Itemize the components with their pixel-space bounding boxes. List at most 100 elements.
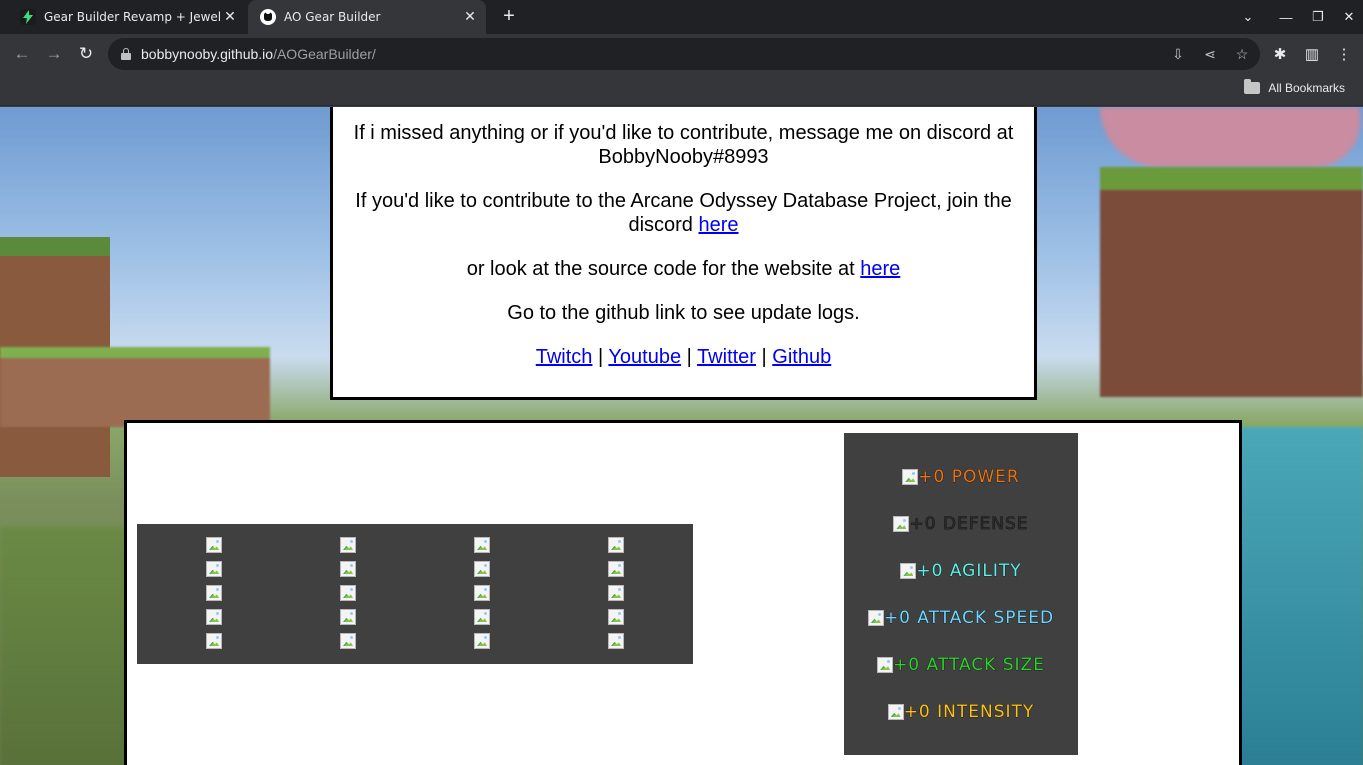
twitch-link[interactable]: Twitch — [536, 346, 593, 368]
forward-icon[interactable]: → — [42, 42, 66, 66]
tab-gear-builder-revamp[interactable]: Gear Builder Revamp + Jewels + ✕ — [8, 0, 246, 34]
extensions-puzzle-icon[interactable]: ✱ — [1268, 42, 1292, 66]
link-separator: | — [598, 346, 604, 368]
url-host: bobbynooby.github.io — [141, 46, 274, 62]
gear-slot-image[interactable] — [474, 561, 490, 577]
all-bookmarks-button[interactable]: All Bookmarks — [1244, 79, 1345, 95]
window-close-icon[interactable]: ✕ — [1333, 0, 1363, 34]
stat-label: +0 DEFENSE — [909, 514, 1029, 535]
gear-slot-image[interactable] — [474, 537, 490, 553]
gear-slot-image[interactable] — [608, 561, 624, 577]
close-tab-icon[interactable]: ✕ — [220, 7, 240, 27]
broken-image-icon — [206, 537, 222, 553]
minimize-icon[interactable]: — — [1270, 0, 1302, 34]
broken-image-icon — [608, 633, 624, 649]
github-link[interactable]: Github — [772, 346, 831, 368]
stat-row: +0 INTENSITY — [844, 700, 1078, 724]
broken-image-icon — [340, 561, 356, 577]
source-code-link[interactable]: here — [860, 258, 900, 280]
gear-slot-image[interactable] — [474, 609, 490, 625]
tab-title: Gear Builder Revamp + Jewels + — [44, 10, 220, 24]
stat-broken-image-icon — [900, 563, 917, 579]
stats-panel: +0 POWER +0 DEFENSE +0 AGILITY +0 ATTACK SP… — [844, 433, 1078, 755]
new-tab-icon[interactable]: + — [498, 5, 520, 27]
back-icon[interactable]: ← — [10, 42, 34, 66]
link-separator: | — [686, 346, 692, 368]
stat-label: +0 ATTACK SPEED — [883, 608, 1055, 629]
background-cliff-right — [1100, 167, 1363, 397]
broken-image-icon — [608, 537, 624, 553]
discord-link[interactable]: here — [699, 214, 739, 236]
stat-row: +0 ATTACK SIZE — [844, 653, 1078, 677]
stat-row: +0 AGILITY — [844, 559, 1078, 583]
youtube-link[interactable]: Youtube — [608, 346, 681, 368]
link-separator: | — [761, 346, 767, 368]
gear-slot-image[interactable] — [340, 633, 356, 649]
close-tab-icon[interactable]: ✕ — [460, 7, 480, 27]
stat-label: +0 INTENSITY — [903, 702, 1035, 723]
stat-broken-image-icon — [867, 610, 884, 626]
stat-row: +0 POWER — [844, 465, 1078, 489]
github-favicon-icon — [260, 9, 276, 25]
background-tree — [1100, 107, 1360, 167]
info-box: If i missed anything or if you'd like to… — [330, 107, 1037, 400]
broken-image-icon — [608, 585, 624, 601]
stat-broken-image-icon — [887, 704, 904, 720]
source-code-text: or look at the source code for the websi… — [466, 258, 901, 280]
gear-slot-image[interactable] — [474, 585, 490, 601]
tab-ao-gear-builder[interactable]: AO Gear Builder ✕ — [248, 0, 486, 34]
background-block-left — [0, 347, 270, 427]
gear-slot-image[interactable] — [206, 633, 222, 649]
gear-slot-image[interactable] — [340, 561, 356, 577]
broken-image-icon — [340, 609, 356, 625]
folder-icon — [1244, 79, 1261, 94]
bookmark-star-icon[interactable]: ☆ — [1232, 44, 1252, 64]
page-viewport[interactable]: If i missed anything or if you'd like to… — [0, 107, 1363, 765]
broken-image-icon — [608, 561, 624, 577]
twitter-link[interactable]: Twitter — [697, 346, 756, 368]
browser-toolbar: ← → ↻ bobbynooby.github.io/AOGearBuilder… — [0, 34, 1363, 74]
tab-search-chevron-icon[interactable]: ⌄ — [1232, 0, 1264, 34]
broken-image-icon — [474, 585, 490, 601]
address-bar[interactable]: bobbynooby.github.io/AOGearBuilder/ ⇩ ⋖ … — [108, 38, 1260, 70]
social-links: Twitch | Youtube | Twitter | Github — [345, 345, 1022, 369]
reload-icon[interactable]: ↻ — [74, 42, 98, 66]
stat-broken-image-icon — [893, 516, 910, 532]
restore-icon[interactable]: ❐ — [1302, 0, 1334, 34]
broken-image-icon — [206, 609, 222, 625]
gear-slot-image[interactable] — [474, 633, 490, 649]
broken-image-icon — [474, 561, 490, 577]
gear-slot-image[interactable] — [608, 585, 624, 601]
gear-slot-image[interactable] — [608, 633, 624, 649]
gear-slot-image[interactable] — [206, 561, 222, 577]
share-icon[interactable]: ⋖ — [1200, 44, 1220, 64]
gear-slot-image[interactable] — [608, 609, 624, 625]
gear-slot-image[interactable] — [340, 609, 356, 625]
gear-slot-image[interactable] — [608, 537, 624, 553]
contact-text: If i missed anything or if you'd like to… — [353, 122, 1014, 168]
lock-icon[interactable] — [121, 48, 131, 60]
bookmarks-bar: All Bookmarks — [0, 74, 1363, 106]
install-app-icon[interactable]: ⇩ — [1168, 44, 1188, 64]
stat-broken-image-icon — [877, 657, 894, 673]
side-panel-icon[interactable]: ▥ — [1300, 42, 1324, 66]
gear-slot-grid — [137, 524, 693, 664]
database-project-text: If you'd like to contribute to the Arcan… — [355, 190, 1012, 236]
gear-slot-image[interactable] — [340, 585, 356, 601]
menu-kebab-icon[interactable]: ⋮ — [1332, 42, 1356, 66]
broken-image-icon — [340, 633, 356, 649]
gear-slot-image[interactable] — [340, 537, 356, 553]
stat-row: +0 DEFENSE — [844, 512, 1078, 536]
gear-builder-panel: +0 POWER +0 DEFENSE +0 AGILITY +0 ATTACK SP… — [124, 420, 1242, 765]
tab-title: AO Gear Builder — [284, 10, 381, 24]
broken-image-icon — [474, 609, 490, 625]
gear-slot-image[interactable] — [206, 585, 222, 601]
all-bookmarks-label: All Bookmarks — [1268, 81, 1345, 95]
broken-image-icon — [608, 609, 624, 625]
gear-slot-image[interactable] — [206, 537, 222, 553]
broken-image-icon — [206, 561, 222, 577]
gear-slot-image[interactable] — [206, 609, 222, 625]
stat-label: +0 ATTACK SIZE — [893, 655, 1045, 676]
broken-image-icon — [474, 537, 490, 553]
update-logs-text: Go to the github link to see update logs… — [507, 302, 860, 324]
